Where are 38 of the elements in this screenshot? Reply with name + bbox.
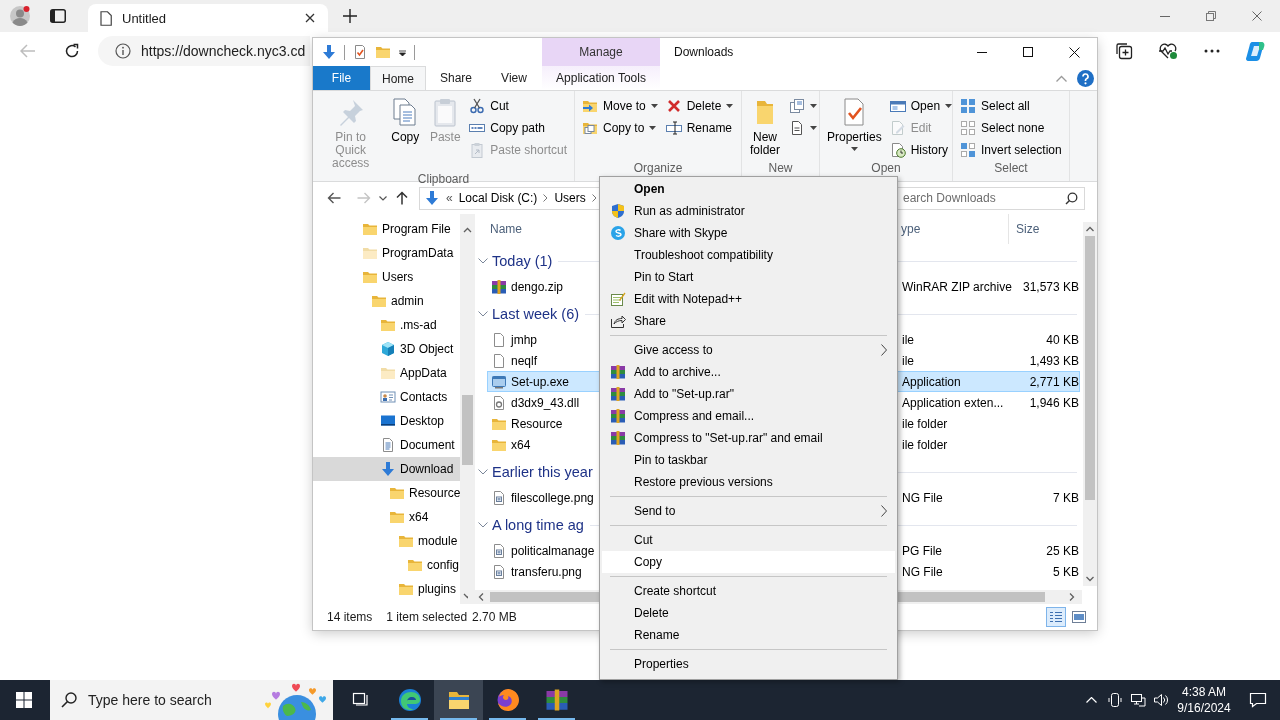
file-type: WinRAR ZIP archive (902, 279, 1012, 294)
file-size: 25 KB (1046, 543, 1079, 558)
file-size: 2,771 KB (1029, 374, 1079, 389)
group-label: Organize (632, 161, 684, 177)
file-type: NG File (902, 564, 943, 579)
file-size: 5 KB (1053, 564, 1079, 579)
file-size: 7 KB (1053, 490, 1079, 505)
file-name: transferu.png (511, 564, 582, 579)
file-size: 40 KB (1046, 332, 1079, 347)
file-type: PG File (902, 543, 942, 558)
file-type: ile (902, 353, 914, 368)
selection-size: 2.70 MB (472, 610, 517, 624)
file-name: x64 (511, 437, 531, 452)
file-name: Resource (511, 416, 563, 431)
selection-count: 1 item selected (386, 610, 468, 624)
file-name: politicalmanage (511, 543, 595, 558)
file-name: dengo.zip (511, 279, 564, 294)
group-label: Open (870, 161, 902, 177)
file-name: filescollege.png (511, 490, 594, 505)
group-label: Clipboard (416, 172, 471, 186)
file-size: 31,573 KB (1022, 279, 1079, 294)
file-type: Application exten... (902, 395, 1004, 410)
file-type: Application (902, 374, 961, 389)
file-type: NG File (902, 490, 943, 505)
file-size: 1,946 KB (1029, 395, 1079, 410)
file-name: neqlf (511, 353, 538, 368)
item-count: 14 items (327, 610, 373, 624)
file-type: ile folder (902, 416, 948, 431)
file-name: Set-up.exe (511, 374, 570, 389)
tool-group-label: Manage (542, 38, 660, 66)
file-name: jmhp (511, 332, 537, 347)
file-type: ile (902, 332, 914, 347)
file-size: 1,493 KB (1029, 353, 1079, 368)
file-type: ile folder (902, 437, 948, 452)
file-name: d3dx9_43.dll (511, 395, 580, 410)
window-title: Downloads (674, 45, 735, 59)
group-label: New (767, 161, 794, 177)
group-label: Select (993, 161, 1029, 177)
